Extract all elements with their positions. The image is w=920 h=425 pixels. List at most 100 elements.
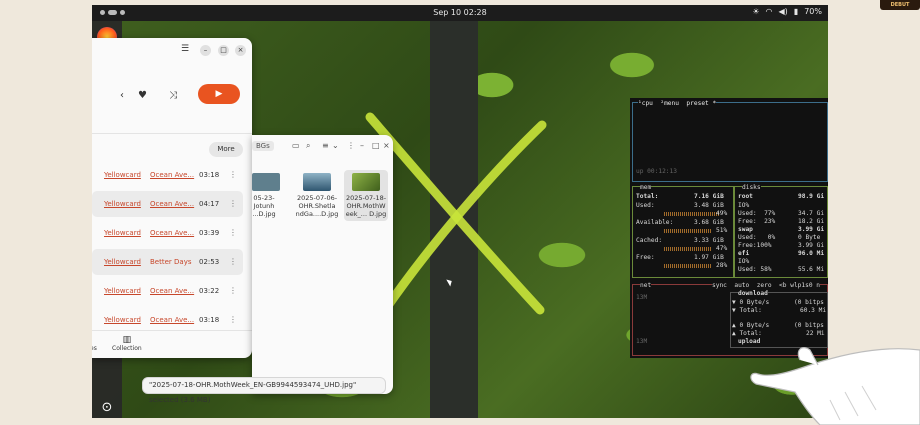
net-tabs[interactable]: sync auto zero <b wlp1s0 n: [712, 282, 821, 289]
disk-efi-size: 96.0 Mi: [798, 250, 825, 257]
file-manager-window: BGs ▭ ⌕ ≡ ⌄ ⋮ – □ × 05-23- Jotunh ...D.j…: [252, 135, 393, 394]
net-dl-bits: (0 bitps: [794, 299, 824, 306]
top-bar: Sep 10 02:28 ☀ ◠ ◀) ▮ 70%: [92, 5, 828, 21]
mem-used-bar: [664, 212, 720, 216]
track-artist[interactable]: Yellowcard: [104, 229, 141, 237]
track-menu-icon[interactable]: ⋮: [229, 170, 237, 179]
menu-icon[interactable]: ⋮: [347, 141, 355, 150]
track-menu-icon[interactable]: ⋮: [229, 228, 237, 237]
close-button[interactable]: ×: [235, 45, 246, 56]
path-crumb[interactable]: BGs: [252, 141, 274, 151]
collection-tab[interactable]: ▥ Collection: [112, 335, 142, 352]
disk-swap-used-v: 0 Byte: [798, 234, 821, 241]
wifi-icon: ◠: [765, 7, 773, 16]
track-artist[interactable]: Yellowcard: [104, 287, 141, 295]
close-icon[interactable]: ×: [383, 141, 390, 150]
track-album[interactable]: Ocean Ave...: [150, 287, 194, 295]
watermark-logo: DEBUT: [880, 0, 920, 10]
collection-label: Collection: [112, 345, 142, 352]
track-row[interactable]: Yellowcard Ocean Ave... 03:18 ⋮: [92, 162, 243, 188]
disk-root-used: Used: 77%: [738, 210, 776, 217]
search-icon[interactable]: ⌕: [306, 141, 310, 151]
track-row[interactable]: Yellowcard Ocean Ave... 03:39 ⋮: [92, 220, 243, 246]
divider: [92, 133, 252, 134]
mem-avail-label: Available:: [636, 219, 674, 226]
net-download-label: download: [738, 290, 768, 297]
disk-swap-used: Used: 0%: [738, 234, 776, 241]
player-footer: es ▥ Collection: [92, 330, 252, 358]
mem-cached: 3.33 GiB: [694, 237, 724, 244]
net-scale-top: 13M: [636, 294, 648, 301]
view-list-icon[interactable]: ≡: [322, 141, 329, 150]
minimize-icon[interactable]: –: [360, 141, 364, 150]
track-artist[interactable]: Yellowcard: [104, 316, 141, 324]
track-menu-icon[interactable]: ⋮: [229, 286, 237, 295]
track-row[interactable]: Yellowcard Ocean Ave... 04:17 ⋮: [92, 191, 243, 217]
minimize-button[interactable]: –: [200, 45, 211, 56]
footer-tab-left[interactable]: es: [92, 345, 97, 352]
track-artist[interactable]: Yellowcard: [104, 171, 141, 179]
track-artist[interactable]: Yellowcard: [104, 200, 141, 208]
disk-efi-io: IO%: [738, 258, 750, 265]
track-album[interactable]: Ocean Ave...: [150, 316, 194, 324]
brightness-icon: ☀: [752, 7, 760, 16]
track-album[interactable]: Better Days: [150, 258, 191, 266]
track-duration: 03:18: [199, 316, 220, 324]
system-tray[interactable]: ☀ ◠ ◀) ▮ 70%: [752, 7, 822, 16]
net-dl-total: 60.3 Mi: [800, 307, 827, 314]
track-album[interactable]: Ocean Ave...: [150, 171, 194, 179]
file-name: 05-23- Jotunh ...D.jpg: [252, 194, 276, 218]
cpu-header: ¹cpu ²menu preset *: [638, 100, 717, 107]
disk-root: root: [738, 193, 753, 200]
track-menu-icon[interactable]: ⋮: [229, 199, 237, 208]
mem-cached-label: Cached:: [636, 237, 663, 244]
uptime: up 00:12:13: [636, 168, 677, 175]
disk-swap-free-v: 3.99 Gi: [798, 242, 825, 249]
chevron-down-icon[interactable]: ⌄: [332, 141, 339, 150]
file-item-selected[interactable]: 2025-07-18- OHR.MothW eek_... D.jpg: [344, 170, 388, 221]
show-apps-icon[interactable]: ⊙: [97, 397, 117, 417]
volume-icon: ◀): [778, 7, 788, 16]
disk-efi: efi: [738, 250, 750, 257]
track-row[interactable]: Yellowcard Better Days 02:53 ⋮: [92, 249, 243, 275]
disk-root-free: Free: 23%: [738, 218, 776, 225]
mem-title: mem: [640, 184, 652, 191]
disks-title: disks: [742, 184, 761, 191]
heart-icon[interactable]: ♥: [138, 90, 147, 101]
folder-icon[interactable]: ▭: [292, 141, 300, 150]
play-button[interactable]: ▶: [198, 84, 240, 104]
track-artist[interactable]: Yellowcard: [104, 258, 141, 266]
shuffle-icon[interactable]: ⤨: [169, 90, 177, 101]
file-thumbnail: [303, 173, 331, 191]
net-dl-rate: ▼ 0 Byte/s: [732, 299, 770, 306]
share-icon[interactable]: ‹: [120, 90, 124, 101]
track-menu-icon[interactable]: ⋮: [229, 315, 237, 324]
file-item[interactable]: 2025-07-06- OHR.Shetla ndGa....D.jpg: [295, 173, 339, 218]
disk-efi-used-v: 55.6 Mi: [798, 266, 825, 273]
mem-total: 7.16 GiB: [694, 193, 724, 200]
file-thumbnail: [352, 173, 380, 191]
btop-terminal[interactable]: ¹cpu ²menu preset * up 00:12:13 mem Tota…: [630, 98, 828, 358]
clock[interactable]: Sep 10 02:28: [92, 8, 828, 17]
net-scale-bottom: 13M: [636, 338, 648, 345]
mem-free: 1.97 GiB: [694, 254, 724, 261]
desktop-screen: Sep 10 02:28 ☀ ◠ ◀) ▮ 70% can A ✚ •• SSD…: [92, 5, 828, 418]
track-album[interactable]: Ocean Ave...: [150, 200, 194, 208]
track-row[interactable]: Yellowcard Ocean Ave... 03:22 ⋮: [92, 278, 243, 304]
pointing-hand-illustration: [750, 347, 920, 425]
maximize-button[interactable]: □: [218, 45, 229, 56]
hamburger-menu-icon[interactable]: ☰: [181, 44, 189, 54]
file-item[interactable]: 05-23- Jotunh ...D.jpg: [252, 173, 286, 218]
net-dl-total-label: ▼ Total:: [732, 307, 762, 314]
track-album[interactable]: Ocean Ave...: [150, 229, 194, 237]
track-duration: 04:17: [199, 200, 220, 208]
maximize-icon[interactable]: □: [372, 141, 380, 150]
track-menu-icon[interactable]: ⋮: [229, 257, 237, 266]
library-icon: ▥: [122, 335, 132, 345]
disk-swap-size: 3.99 Gi: [798, 226, 825, 233]
track-duration: 03:22: [199, 287, 220, 295]
mem-used-label: Used:: [636, 202, 655, 209]
track-duration: 03:39: [199, 229, 220, 237]
mem-used: 3.48 GiB: [694, 202, 724, 209]
more-button[interactable]: More: [209, 142, 243, 157]
